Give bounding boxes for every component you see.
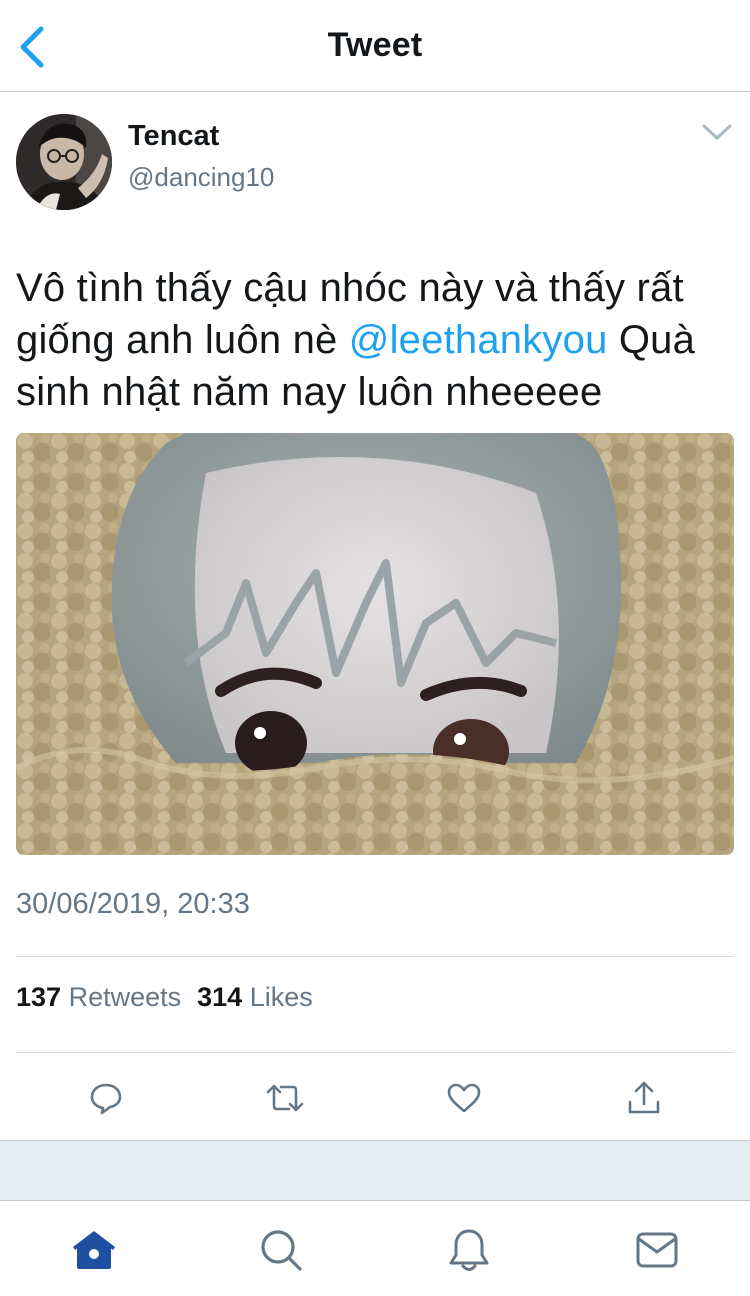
author-name[interactable]: Tencat — [128, 120, 219, 153]
share-button[interactable] — [622, 1076, 666, 1120]
chevron-down-icon — [702, 124, 732, 140]
avatar-image — [16, 114, 112, 210]
messages-icon — [636, 1232, 678, 1268]
likes-count: 314 — [197, 982, 243, 1012]
author-handle[interactable]: @dancing10 — [128, 162, 274, 193]
section-separator — [0, 1140, 750, 1200]
retweets-count: 137 — [16, 982, 62, 1012]
notifications-icon — [449, 1229, 489, 1271]
tab-messages[interactable] — [632, 1225, 682, 1275]
tweet-menu-button[interactable] — [700, 118, 734, 146]
tweet-timestamp: 30/06/2019, 20:33 — [16, 888, 250, 920]
tweet-action-bar — [0, 1068, 750, 1128]
avatar[interactable] — [16, 114, 112, 210]
retweets-label: Retweets — [68, 982, 182, 1012]
like-icon — [447, 1083, 481, 1113]
retweets-stat[interactable]: 137 Retweets — [16, 982, 181, 1012]
tweet-stats: 137 Retweets 314 Likes — [16, 982, 313, 1013]
reply-icon — [90, 1083, 122, 1115]
retweet-button[interactable] — [263, 1076, 307, 1120]
likes-stat[interactable]: 314 Likes — [197, 982, 313, 1012]
tab-notifications[interactable] — [444, 1225, 494, 1275]
mention-link[interactable]: @leethankyou — [349, 318, 608, 362]
bottom-tab-bar — [0, 1200, 750, 1296]
tweet-text: Vô tình thấy cậu nhóc này và thấy rất gi… — [16, 262, 738, 418]
tab-search[interactable] — [256, 1225, 306, 1275]
divider — [16, 1052, 734, 1053]
divider — [16, 956, 734, 957]
page-title: Tweet — [327, 26, 423, 64]
retweet-icon — [266, 1084, 304, 1112]
plush-doll-photo — [16, 433, 734, 855]
like-button[interactable] — [442, 1076, 486, 1120]
search-icon — [261, 1230, 302, 1271]
likes-label: Likes — [249, 982, 313, 1012]
reply-button[interactable] — [84, 1076, 128, 1120]
share-icon — [628, 1081, 660, 1114]
navigation-bar: Tweet — [0, 0, 750, 92]
tweet-author: Tencat @dancing10 — [16, 114, 734, 214]
tab-home[interactable] — [69, 1225, 119, 1275]
home-icon — [73, 1231, 115, 1269]
tweet-photo[interactable] — [16, 433, 734, 855]
